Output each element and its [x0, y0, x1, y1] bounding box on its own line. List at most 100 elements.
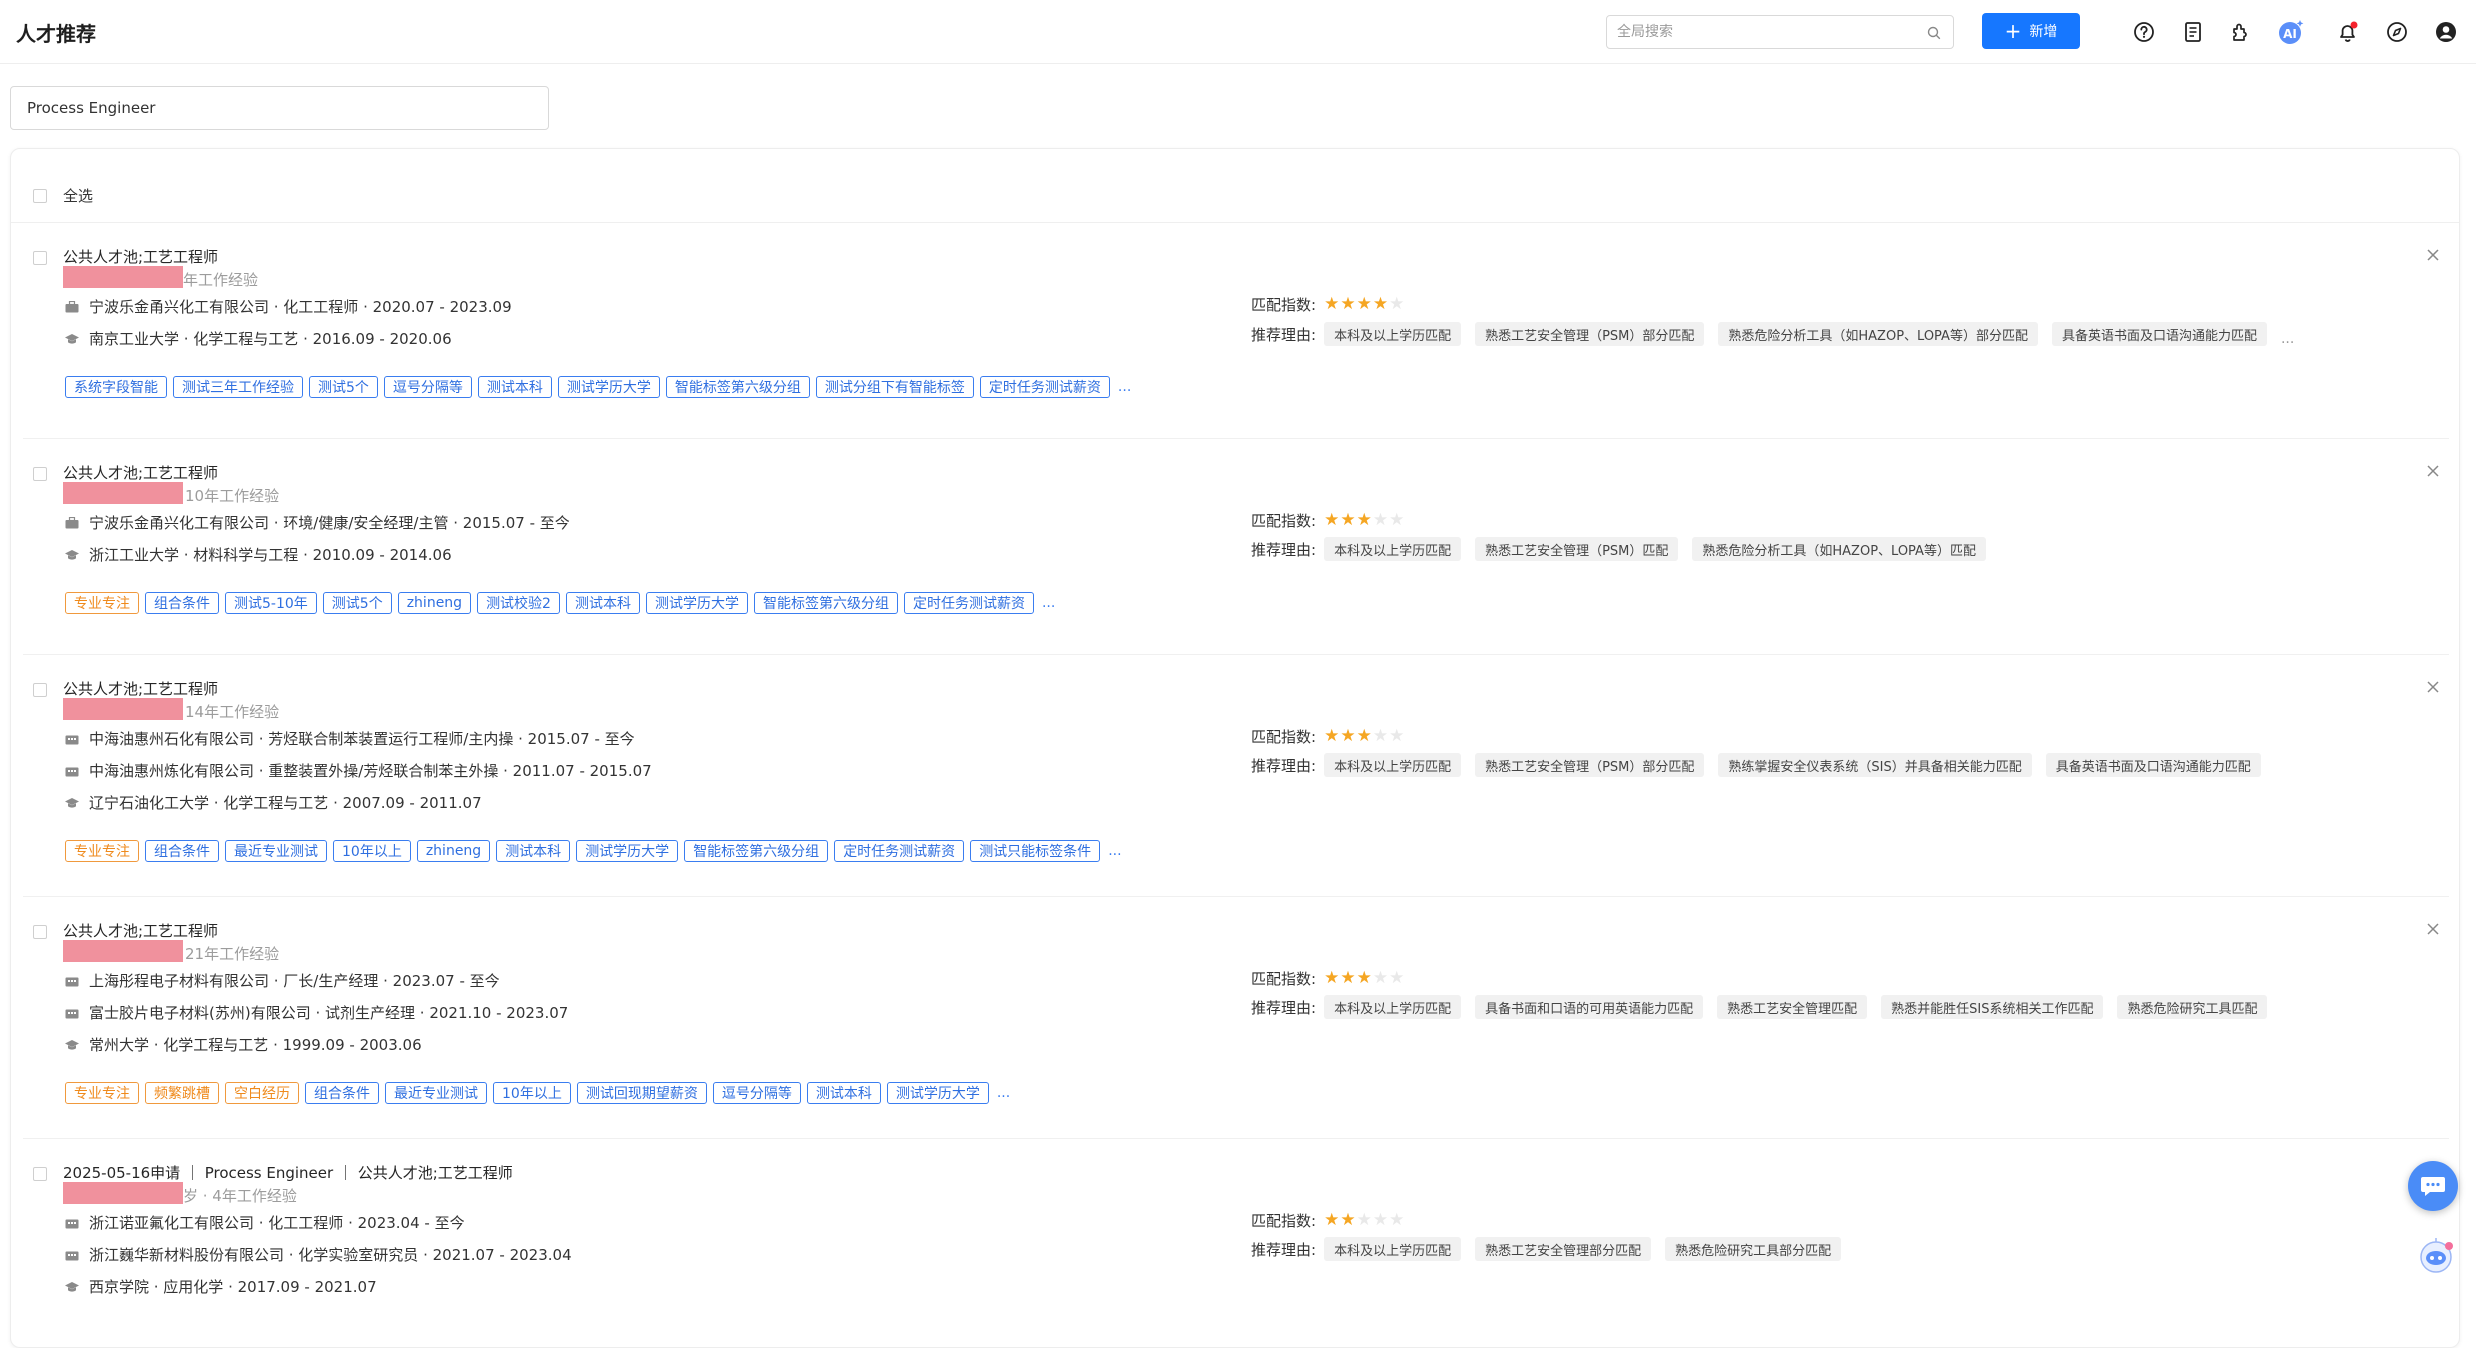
select-all[interactable]: 全选: [33, 185, 93, 206]
assistant-robot-icon[interactable]: [2416, 1236, 2456, 1276]
tag[interactable]: 测试5个: [322, 592, 392, 614]
star-filled-icon: ★: [1340, 1210, 1356, 1230]
star-filled-icon: ★: [1340, 726, 1356, 746]
global-search[interactable]: [1606, 15, 1954, 49]
star-empty-icon: ★: [1389, 294, 1405, 314]
tag[interactable]: 测试本科: [477, 376, 552, 398]
candidate-name-redacted[interactable]: [63, 940, 183, 962]
candidate-name-redacted[interactable]: [63, 698, 183, 720]
tag[interactable]: 测试学历大学: [886, 1082, 989, 1104]
more-reasons[interactable]: ...: [2281, 331, 2294, 347]
candidate-list: 全选 公共人才池;工艺工程师 年工作经验 宁波乐金甬兴化工有限公司 · 化工工程…: [10, 148, 2460, 1348]
candidate-name-redacted[interactable]: [63, 482, 183, 504]
candidate-checkbox[interactable]: [33, 925, 47, 939]
star-filled-icon: ★: [1324, 968, 1340, 988]
tag[interactable]: 逗号分隔等: [712, 1082, 801, 1104]
tag[interactable]: 测试本科: [806, 1082, 881, 1104]
star-rating: ★ ★ ★ ★ ★: [1324, 512, 1404, 529]
building-icon: [63, 975, 81, 987]
work-experience-line: 浙江诺亚氟化工有限公司 · 化工工程师 · 2023.04 - 至今: [63, 1212, 465, 1233]
tag[interactable]: 测试本科: [496, 840, 571, 862]
tag[interactable]: 10年以上: [493, 1082, 571, 1104]
more-tags-ellipsis[interactable]: ...: [997, 1085, 1010, 1101]
tag[interactable]: 测试三年工作经验: [173, 376, 303, 398]
ai-icon[interactable]: AI: [2277, 18, 2305, 46]
close-icon[interactable]: [2422, 244, 2444, 266]
candidate-checkbox[interactable]: [33, 251, 47, 265]
tag[interactable]: 专业专注: [65, 1082, 139, 1104]
close-icon[interactable]: [2422, 460, 2444, 482]
plugin-icon[interactable]: [2227, 18, 2255, 46]
candidate-checkbox[interactable]: [33, 1167, 47, 1181]
tag[interactable]: 智能标签第六级分组: [665, 376, 810, 398]
close-icon[interactable]: [2422, 676, 2444, 698]
user-icon[interactable]: [2432, 18, 2460, 46]
tag[interactable]: 智能标签第六级分组: [753, 592, 898, 614]
tag[interactable]: 测试学历大学: [576, 840, 679, 862]
more-tags-ellipsis[interactable]: ...: [1042, 595, 1055, 611]
tag[interactable]: 频繁跳槽: [145, 1082, 219, 1104]
star-empty-icon: ★: [1389, 1210, 1405, 1230]
document-icon[interactable]: [2179, 18, 2207, 46]
tag[interactable]: 专业专注: [65, 840, 139, 862]
tag[interactable]: 定时任务测试薪资: [979, 376, 1110, 398]
tag[interactable]: 测试只能标签条件: [970, 840, 1101, 862]
candidate-checkbox[interactable]: [33, 683, 47, 697]
search-icon[interactable]: [1927, 25, 1941, 44]
tag[interactable]: 测试回现期望薪资: [576, 1082, 707, 1104]
reason-chip: 熟悉并能胜任SIS系统相关工作匹配: [1881, 995, 2104, 1019]
help-icon[interactable]: [2130, 18, 2158, 46]
tag[interactable]: 组合条件: [145, 592, 219, 614]
work-experience-line: 富士胶片电子材料(苏州)有限公司 · 试剂生产经理 · 2021.10 - 20…: [63, 1002, 568, 1023]
compass-icon[interactable]: [2383, 18, 2411, 46]
tag[interactable]: 测试分组下有智能标签: [815, 376, 974, 398]
star-filled-icon: ★: [1340, 294, 1356, 314]
add-button[interactable]: + 新增: [1982, 13, 2080, 49]
select-all-checkbox[interactable]: [33, 188, 47, 203]
reason-chip: 本科及以上学历匹配: [1324, 753, 1462, 777]
chat-bubble-button[interactable]: [2408, 1161, 2458, 1211]
tag[interactable]: 逗号分隔等: [383, 376, 472, 398]
bell-icon[interactable]: [2334, 18, 2362, 46]
tag[interactable]: 测试校验2: [477, 592, 560, 614]
more-tags-ellipsis[interactable]: ...: [1108, 843, 1121, 859]
candidate-experience: 10年工作经验: [185, 487, 280, 505]
candidate-name-redacted[interactable]: [63, 266, 183, 288]
star-empty-icon: ★: [1389, 510, 1405, 530]
tag[interactable]: 定时任务测试薪资: [834, 840, 965, 862]
tag[interactable]: 最近专业测试: [225, 840, 327, 862]
tag[interactable]: 测试5个: [309, 376, 378, 398]
line-text: 浙江工业大学 · 材料科学与工程 · 2010.09 - 2014.06: [89, 546, 452, 564]
tag[interactable]: 测试学历大学: [557, 376, 660, 398]
close-icon[interactable]: [2422, 918, 2444, 940]
education-line: 辽宁石油化工大学 · 化学工程与工艺 · 2007.09 - 2011.07: [63, 792, 482, 813]
tag[interactable]: 定时任务测试薪资: [903, 592, 1034, 614]
row-divider: [23, 1138, 2449, 1139]
tag[interactable]: 智能标签第六级分组: [684, 840, 829, 862]
star-rating: ★ ★ ★ ★ ★: [1324, 970, 1404, 987]
tag[interactable]: zhineng: [416, 840, 491, 862]
search-input[interactable]: [1607, 16, 1897, 48]
plus-icon: +: [2004, 19, 2022, 43]
tag[interactable]: 10年以上: [333, 840, 411, 862]
recommend-reasons: 推荐理由: 本科及以上学历匹配 熟悉工艺安全管理（PSM）匹配 熟悉危险分析工具…: [1251, 537, 1986, 561]
reason-chip: 熟悉工艺安全管理匹配: [1717, 995, 1868, 1019]
tag[interactable]: 系统字段智能: [65, 376, 167, 398]
job-filter-input[interactable]: Process Engineer: [10, 86, 549, 130]
select-all-label: 全选: [63, 187, 94, 205]
tag[interactable]: zhineng: [397, 592, 472, 614]
tag[interactable]: 组合条件: [145, 840, 219, 862]
tag[interactable]: 空白经历: [225, 1082, 299, 1104]
tag-list: 专业专注 组合条件 最近专业测试 10年以上 zhineng 测试本科 测试学历…: [65, 840, 1122, 862]
line-text: 浙江巍华新材料股份有限公司 · 化学实验室研究员 · 2021.07 - 202…: [89, 1246, 572, 1264]
candidate-name-redacted[interactable]: [63, 1182, 183, 1204]
more-tags-ellipsis[interactable]: ...: [1118, 379, 1131, 395]
tag[interactable]: 测试5-10年: [225, 592, 317, 614]
tag[interactable]: 测试学历大学: [645, 592, 748, 614]
tag[interactable]: 组合条件: [305, 1082, 379, 1104]
tag[interactable]: 最近专业测试: [385, 1082, 487, 1104]
tag[interactable]: 测试本科: [565, 592, 640, 614]
reason-chip: 本科及以上学历匹配: [1324, 995, 1462, 1019]
candidate-checkbox[interactable]: [33, 467, 47, 481]
tag[interactable]: 专业专注: [65, 592, 139, 614]
